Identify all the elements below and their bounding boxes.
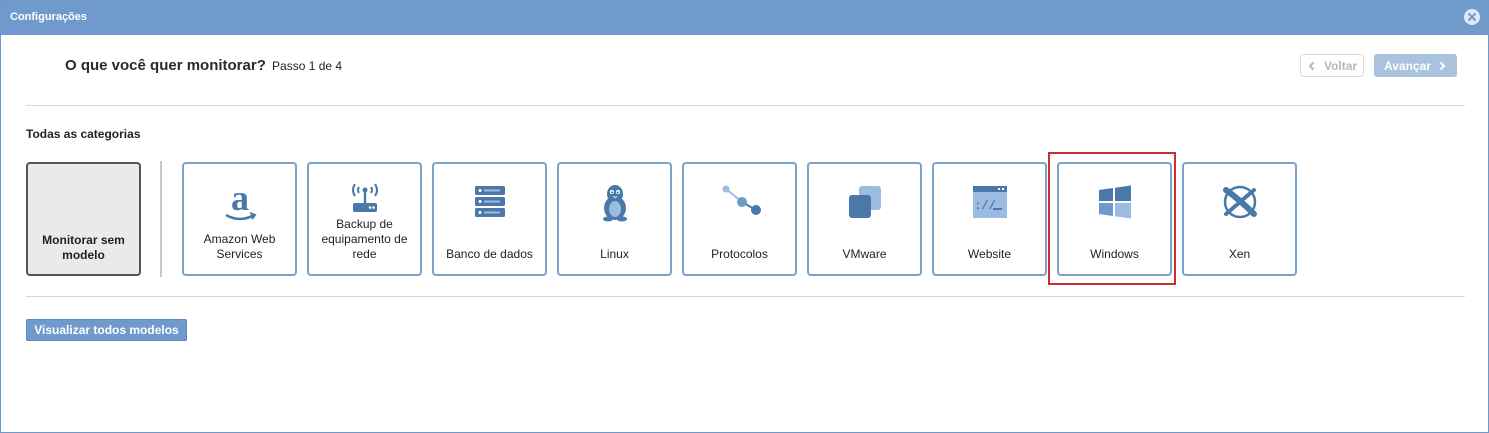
protocol-nodes-icon xyxy=(722,185,761,215)
tile-xen[interactable]: Xen xyxy=(1182,162,1297,276)
chevron-right-icon xyxy=(1439,61,1446,70)
wizard-step: Passo 1 de 4 xyxy=(272,59,343,73)
svg-text:://: :// xyxy=(974,199,996,213)
tile-website[interactable]: :// Website xyxy=(932,162,1047,276)
tile-label: Banco de dados xyxy=(446,247,533,261)
tile-no-template[interactable]: Monitorar sem modelo xyxy=(26,162,141,276)
back-button[interactable]: Voltar xyxy=(1300,54,1364,77)
wizard-question: O que você quer monitorar? xyxy=(65,57,266,74)
xen-icon xyxy=(1222,185,1257,219)
title-bar: Configurações xyxy=(1,1,1488,35)
windows-icon xyxy=(1098,185,1131,219)
website-icon: :// xyxy=(972,186,1007,218)
next-button-label: Avançar xyxy=(1384,58,1431,73)
tile-linux[interactable]: Linux xyxy=(557,162,672,276)
close-icon xyxy=(1468,13,1476,21)
chevron-left-icon xyxy=(1308,61,1315,70)
close-button[interactable] xyxy=(1464,9,1480,25)
tile-label: Protocolos xyxy=(711,247,768,261)
linux-penguin-icon xyxy=(602,185,627,222)
back-button-label: Voltar xyxy=(1323,58,1358,73)
router-icon xyxy=(351,183,378,212)
database-icon xyxy=(474,186,505,217)
settings-dialog: Configurações O que você quer monitorar?… xyxy=(0,0,1489,433)
tile-label: Backup de equipamento de rede xyxy=(321,217,408,261)
vmware-icon xyxy=(848,186,881,218)
divider-bottom xyxy=(26,296,1465,297)
tile-separator xyxy=(160,161,162,277)
tile-label: Amazon Web Services xyxy=(203,232,276,261)
tile-label: Monitorar sem modelo xyxy=(42,233,125,262)
tile-database[interactable]: Banco de dados xyxy=(432,162,547,276)
dialog-title: Configurações xyxy=(10,11,88,23)
view-all-templates-button[interactable]: Visualizar todos modelos xyxy=(26,319,187,341)
tile-label: VMware xyxy=(842,247,887,261)
categories-heading: Todas as categorias xyxy=(26,127,141,141)
tile-label: Linux xyxy=(600,247,629,261)
tile-network-backup[interactable]: Backup de equipamento de rede xyxy=(307,162,422,276)
tile-vmware[interactable]: VMware xyxy=(807,162,922,276)
tile-protocols[interactable]: Protocolos xyxy=(682,162,797,276)
amazon-icon: a xyxy=(224,180,257,221)
divider-top xyxy=(26,105,1465,106)
tile-label: Xen xyxy=(1228,247,1251,261)
tile-amazon-web-services[interactable]: a Amazon Web Services xyxy=(182,162,297,276)
page-heading: O que você quer monitorar? Passo 1 de 4 xyxy=(65,57,342,74)
tile-label: Windows xyxy=(1090,247,1139,261)
tile-windows[interactable]: Windows xyxy=(1057,162,1172,276)
tile-label: Website xyxy=(967,247,1012,261)
svg-text:a: a xyxy=(231,180,249,218)
next-button[interactable]: Avançar xyxy=(1374,54,1457,77)
